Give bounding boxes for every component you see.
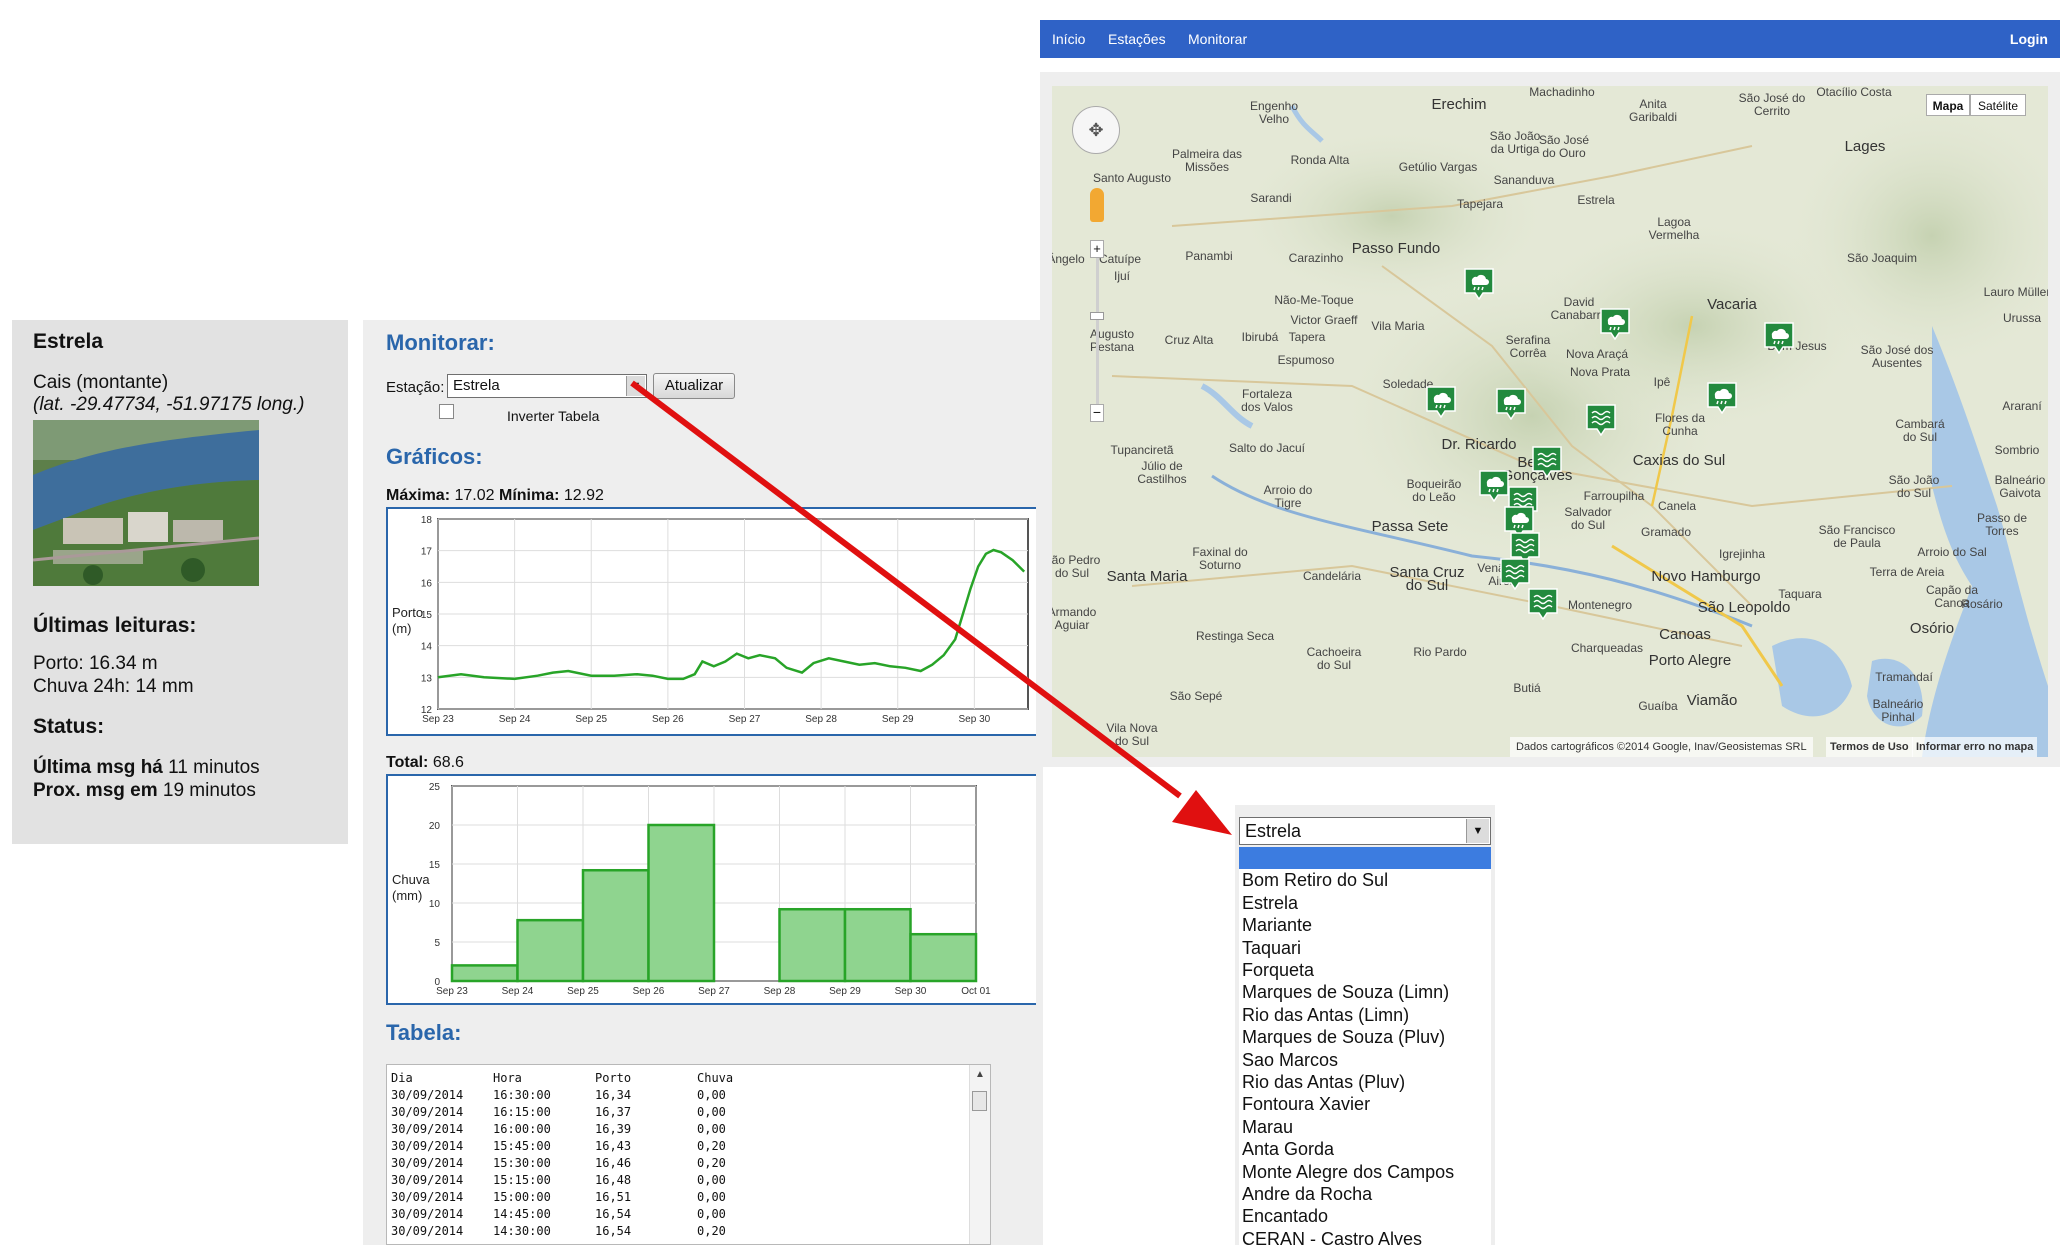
dropdown-option[interactable]: Encantado xyxy=(1242,1205,1328,1227)
dropdown-option[interactable]: Andre da Rocha xyxy=(1242,1183,1372,1205)
dropdown-option[interactable]: Mariante xyxy=(1242,914,1312,936)
dropdown-list[interactable]: Bom Retiro do Sul Estrela Mariante Taquari F… xyxy=(1239,847,1491,1245)
dropdown-selected-value: Estrela xyxy=(1245,821,1302,841)
dropdown-option[interactable]: Monte Alegre dos Campos xyxy=(1242,1161,1454,1183)
dropdown-option[interactable]: Estrela xyxy=(1242,892,1298,914)
dropdown-option[interactable]: Marau xyxy=(1242,1116,1293,1138)
dropdown-option[interactable]: Forqueta xyxy=(1242,959,1314,981)
chevron-down-icon[interactable]: ▼ xyxy=(1466,819,1489,843)
annotation-arrow xyxy=(630,380,1232,835)
dropdown-option[interactable]: Rio das Antas (Pluv) xyxy=(1242,1071,1405,1093)
dropdown-option[interactable]: Fontoura Xavier xyxy=(1242,1093,1370,1115)
dropdown-option[interactable]: Taquari xyxy=(1242,937,1301,959)
dropdown-option[interactable]: Anta Gorda xyxy=(1242,1138,1334,1160)
dropdown-option[interactable]: Sao Marcos xyxy=(1242,1049,1338,1071)
dropdown-option[interactable]: CERAN - Castro Alves xyxy=(1242,1228,1422,1245)
dropdown-option[interactable]: Rio das Antas (Limn) xyxy=(1242,1004,1409,1026)
station-dropdown-open: Estrela ▼ Bom Retiro do Sul Estrela Marian… xyxy=(1235,805,1495,1245)
dropdown-select[interactable]: Estrela ▼ xyxy=(1239,817,1491,845)
dropdown-option[interactable]: Marques de Souza (Pluv) xyxy=(1242,1026,1445,1048)
dropdown-highlight xyxy=(1239,847,1491,869)
dropdown-option[interactable]: Marques de Souza (Limn) xyxy=(1242,981,1449,1003)
dropdown-option[interactable]: Bom Retiro do Sul xyxy=(1242,869,1388,891)
